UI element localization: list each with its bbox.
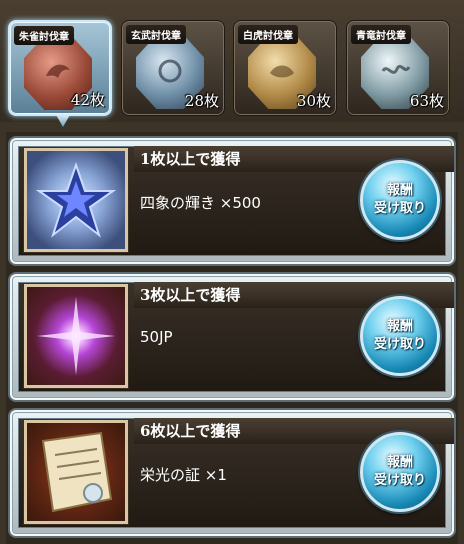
claim-reward-button[interactable]: 報酬 受け取り <box>360 296 440 376</box>
jp-orb-icon <box>24 284 128 388</box>
reward-item-label: 四象の輝き ×500 <box>140 194 261 212</box>
tab-label: 青竜討伐章 <box>351 25 411 44</box>
tab-suzaku[interactable]: 朱雀討伐章 42枚 <box>8 20 112 116</box>
tab-label: 玄武討伐章 <box>126 25 186 44</box>
reward-card: 3枚以上で獲得 50JP 報酬 受け取り <box>10 274 454 400</box>
proof-of-glory-scroll-icon <box>24 420 128 524</box>
reward-card: 6枚以上で獲得 栄光の証 ×1 報酬 受け取り <box>10 410 454 536</box>
reward-item-label: 50JP <box>140 328 173 346</box>
claim-button-label-line1: 報酬 <box>386 183 413 198</box>
medal-tabs-bar: 朱雀討伐章 42枚 玄武討伐章 28枚 白虎討伐章 30枚 青竜討伐章 63枚 <box>0 0 464 127</box>
tab-byakko[interactable]: 白虎討伐章 30枚 <box>233 20 337 116</box>
reward-card: 1枚以上で獲得 四象の輝き ×500 報酬 受け取り <box>10 138 454 264</box>
tab-count: 63枚 <box>409 92 444 110</box>
selected-tab-pointer-icon <box>55 113 71 127</box>
tab-count: 30枚 <box>296 92 331 110</box>
reward-list: 1枚以上で獲得 四象の輝き ×500 報酬 受け取り 3枚以上で獲得 50JP … <box>6 132 458 544</box>
tab-label: 白虎討伐章 <box>238 25 298 44</box>
reward-item-label: 栄光の証 ×1 <box>140 466 227 484</box>
four-symbols-brilliance-icon <box>24 148 128 252</box>
tab-count: 42枚 <box>70 91 105 109</box>
claim-button-label-line2: 受け取り <box>373 201 426 216</box>
claim-button-label-line1: 報酬 <box>386 319 413 334</box>
claim-button-label-line1: 報酬 <box>386 455 413 470</box>
claim-reward-button[interactable]: 報酬 受け取り <box>360 432 440 512</box>
tab-genbu[interactable]: 玄武討伐章 28枚 <box>121 20 225 116</box>
claim-button-label-line2: 受け取り <box>373 337 426 352</box>
tab-label: 朱雀討伐章 <box>14 26 74 45</box>
claim-button-label-line2: 受け取り <box>373 473 426 488</box>
tab-seiryu[interactable]: 青竜討伐章 63枚 <box>346 20 450 116</box>
claim-reward-button[interactable]: 報酬 受け取り <box>360 160 440 240</box>
tab-count: 28枚 <box>184 92 219 110</box>
